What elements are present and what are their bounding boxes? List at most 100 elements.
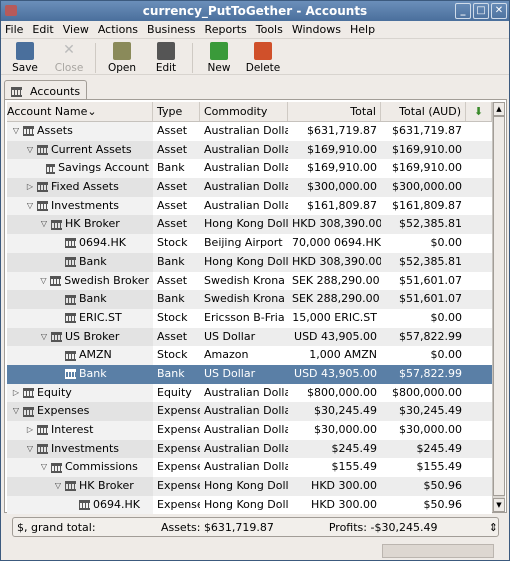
account-icon	[65, 294, 76, 305]
header-total[interactable]: Total	[288, 102, 381, 121]
account-row[interactable]: ▽ Assets Asset Australian Dollar $631,719…	[7, 122, 492, 141]
account-commodity: Ericsson B-Fria	[204, 310, 285, 324]
account-row[interactable]: Bank Bank Swedish Krona SEK 288,290.00 $…	[7, 290, 492, 309]
expander-open-icon[interactable]: ▽	[11, 122, 21, 141]
menu-file[interactable]: File	[5, 23, 23, 36]
menu-edit[interactable]: Edit	[32, 23, 53, 36]
vertical-scrollbar[interactable]: ▲ ▼	[492, 102, 505, 512]
close-button[interactable]: ✕ Close	[49, 41, 89, 74]
account-row[interactable]: ▷ Interest Expense Australian Dollar $30,…	[7, 421, 492, 440]
account-total: HKD 300.00	[311, 497, 377, 511]
scroll-down-button[interactable]: ▼	[493, 498, 505, 512]
expander-open-icon[interactable]: ▽	[25, 197, 35, 216]
expander-open-icon[interactable]: ▽	[11, 402, 21, 421]
account-row[interactable]: ▽ Current Assets Asset Australian Dollar …	[7, 140, 492, 160]
delete-button[interactable]: Delete	[243, 41, 283, 74]
account-row[interactable]: Bank Bank US Dollar USD 43,905.00 $57,82…	[7, 364, 492, 384]
account-type: Stock	[157, 236, 188, 250]
account-row[interactable]: ▽ US Broker Asset US Dollar USD 43,905.00…	[7, 327, 492, 347]
account-total-aud: $800,000.00	[392, 385, 462, 399]
account-row[interactable]: ▽ Investments Asset Australian Dollar $16…	[7, 196, 492, 216]
header-account-name[interactable]: Account Name ⌄	[7, 102, 153, 121]
scroll-up-button[interactable]: ▲	[493, 102, 505, 116]
save-button[interactable]: Save	[5, 41, 45, 74]
button-label: Edit	[155, 62, 177, 74]
account-type: Stock	[157, 348, 188, 362]
account-total-aud: $300,000.00	[392, 180, 462, 194]
button-label: Delete	[245, 62, 281, 74]
account-type: Bank	[157, 292, 185, 306]
account-total-aud: $245.49	[416, 441, 463, 455]
menu-help[interactable]: Help	[350, 23, 375, 36]
save-icon	[16, 42, 34, 60]
account-row[interactable]: ERIC.ST Stock Ericsson B-Fria 15,000 ERI…	[7, 308, 492, 328]
account-name: AMZN	[79, 348, 112, 362]
expander-closed-icon[interactable]: ▷	[11, 384, 21, 403]
account-row[interactable]: ▽ Expenses Expense Australian Dollar $30,…	[7, 402, 492, 421]
account-icon	[65, 313, 76, 324]
new-button[interactable]: New	[199, 41, 239, 74]
summary-bar[interactable]: $, grand total: Assets: $631,719.87 Prof…	[12, 517, 499, 537]
account-commodity: Australian Dollar	[204, 404, 288, 418]
header-type[interactable]: Type	[153, 102, 200, 121]
account-total: 15,000 ERIC.ST	[292, 310, 377, 324]
account-type: Asset	[157, 142, 188, 156]
header-commodity[interactable]: Commodity	[200, 102, 288, 121]
expander-open-icon[interactable]: ▽	[25, 141, 35, 160]
menu-view[interactable]: View	[63, 23, 89, 36]
account-commodity: Hong Kong Dollar	[204, 479, 288, 493]
account-commodity: Australian Dollar	[204, 180, 288, 194]
menu-actions[interactable]: Actions	[98, 23, 138, 36]
account-row[interactable]: ▽ Commissions Expense Australian Dollar $…	[7, 458, 492, 478]
expander-open-icon[interactable]: ▽	[39, 328, 49, 347]
account-total-aud: $155.49	[416, 460, 463, 474]
account-name: Assets	[37, 124, 73, 137]
menu-business[interactable]: Business	[147, 23, 196, 36]
expander-open-icon[interactable]: ▽	[39, 215, 49, 234]
expander-open-icon[interactable]: ▽	[39, 458, 49, 477]
minimize-button[interactable]: _	[455, 3, 471, 19]
open-button[interactable]: Open	[102, 41, 142, 74]
expander-open-icon[interactable]: ▽	[53, 477, 63, 496]
expander-open-icon[interactable]: ▽	[39, 272, 49, 291]
column-selector-arrow-icon[interactable]: ⬇	[466, 102, 492, 121]
account-total: HKD 308,390.00	[292, 254, 381, 268]
account-row[interactable]: 0694.HK Expense Hong Kong Dollar HKD 300…	[7, 495, 492, 515]
account-row[interactable]: Savings Account Bank Australian Dollar $…	[7, 159, 492, 179]
menu-tools[interactable]: Tools	[256, 23, 283, 36]
account-total-aud: $30,245.49	[399, 404, 462, 418]
account-commodity: Australian Dollar	[204, 142, 288, 156]
account-total: SEK 288,290.00	[292, 273, 380, 287]
account-row[interactable]: ▽ HK Broker Expense Hong Kong Dollar HKD …	[7, 477, 492, 496]
expander-closed-icon[interactable]: ▷	[25, 178, 35, 197]
scroll-thumb[interactable]	[493, 116, 505, 496]
account-row[interactable]: Bank Bank Hong Kong Dollar HKD 308,390.0…	[7, 252, 492, 272]
account-row[interactable]: ▽ HK Broker Asset Hong Kong Dollar HKD 30…	[7, 215, 492, 235]
account-row[interactable]: ▷ Fixed Assets Asset Australian Dollar $3…	[7, 178, 492, 197]
account-total-aud: $52,385.81	[399, 254, 462, 268]
account-name: Commissions	[65, 460, 138, 474]
edit-button[interactable]: Edit	[146, 41, 186, 74]
expander-open-icon[interactable]: ▽	[25, 440, 35, 459]
account-total: HKD 308,390.00	[292, 217, 381, 231]
tab-accounts[interactable]: Accounts	[4, 80, 88, 100]
expander-closed-icon[interactable]: ▷	[25, 421, 35, 440]
account-name: Interest	[51, 423, 94, 436]
menu-windows[interactable]: Windows	[292, 23, 341, 36]
account-row[interactable]: ▽ Swedish Broker Asset Swedish Krona SEK …	[7, 271, 492, 291]
account-name: Swedish Broker	[64, 273, 149, 287]
menu-reports[interactable]: Reports	[205, 23, 247, 36]
account-row[interactable]: 0694.HK Stock Beijing Airport 70,000 069…	[7, 234, 492, 253]
account-row[interactable]: ▽ Investments Expense Australian Dollar $…	[7, 439, 492, 459]
summary-spin-icon[interactable]: ⇕	[489, 521, 498, 534]
account-row[interactable]: AMZN Stock Amazon 1,000 AMZN $0.00	[7, 346, 492, 365]
account-row[interactable]: ▷ Equity Equity Australian Dollar $800,00…	[7, 383, 492, 403]
header-total-aud[interactable]: Total (AUD)	[381, 102, 466, 121]
close-window-button[interactable]: ✕	[491, 3, 507, 19]
account-type: Asset	[157, 198, 188, 212]
account-name: Investments	[51, 441, 120, 455]
window-title: currency_PutToGether - Accounts	[142, 4, 368, 18]
account-name: Savings Account	[58, 161, 149, 175]
maximize-button[interactable]: □	[473, 3, 489, 19]
account-commodity: Swedish Krona	[204, 273, 285, 287]
